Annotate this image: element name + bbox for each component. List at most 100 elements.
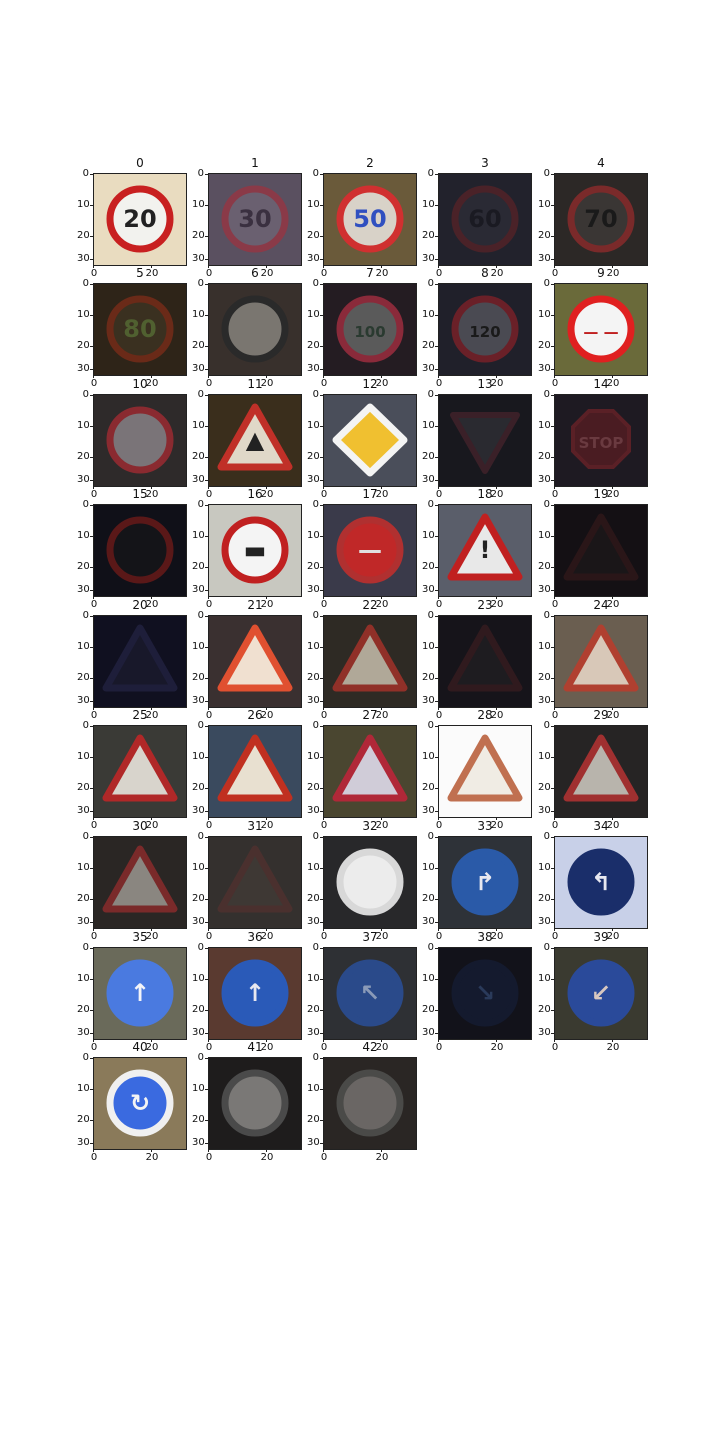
- y-tick-label: 0: [77, 1053, 93, 1063]
- sign-image: ↻: [93, 1057, 187, 1150]
- y-tick-label: 10: [192, 641, 208, 652]
- panel-title: 17: [362, 487, 378, 501]
- sign-shape: [336, 848, 404, 916]
- y-tick-label: 10: [538, 641, 554, 652]
- y-tick-label: 0: [538, 279, 554, 289]
- sign-panel: 22 0 10 20 30 0 20: [307, 598, 417, 721]
- panel-title: 42: [362, 1040, 378, 1054]
- x-tick-label: 0: [84, 1149, 104, 1163]
- sign-image-svg: ↙: [555, 948, 647, 1039]
- sign-panel: 33 ↱ 0 10 20 30 0 20: [422, 819, 532, 942]
- sign-image: [554, 504, 648, 597]
- panel-title: 34: [593, 819, 609, 833]
- sign-symbol: ↑: [130, 979, 150, 1007]
- sign-panel: 27 0 10 20 30 0 20: [307, 708, 417, 831]
- sign-image: —: [323, 504, 417, 597]
- sign-panel: 14 STOP 0 10 20 30 0 20: [538, 377, 648, 500]
- y-tick-label: 20: [422, 782, 438, 793]
- y-tick-label: 30: [77, 474, 93, 485]
- sign-image: 100: [323, 283, 417, 376]
- sign-panel: 42 0 10 20 30 0 20: [307, 1040, 417, 1163]
- y-tick-label: 0: [77, 721, 93, 731]
- panel-title: 23: [477, 598, 493, 612]
- x-tick-label: 20: [603, 1039, 623, 1053]
- y-tick-label: 0: [422, 279, 438, 289]
- sign-image: [208, 836, 302, 929]
- y-tick-label: 30: [422, 363, 438, 374]
- y-tick-label: 10: [192, 420, 208, 431]
- sign-image: [208, 283, 302, 376]
- sign-image-svg: —: [324, 505, 416, 596]
- y-tick-label: 30: [422, 695, 438, 706]
- y-tick-label: 30: [538, 363, 554, 374]
- sign-image-svg: [209, 1058, 301, 1149]
- y-tick-label: 10: [77, 199, 93, 210]
- sign-image-svg: 70: [555, 174, 647, 265]
- y-tick-label: 30: [307, 474, 323, 485]
- y-tick-label: 10: [307, 199, 323, 210]
- panel-title: 24: [593, 598, 609, 612]
- sign-panel: 35 ↑ 0 10 20 30 0 20: [77, 930, 187, 1053]
- sign-image-svg: ↱: [439, 837, 531, 928]
- panel-title: 39: [593, 930, 609, 944]
- sign-image-svg: [555, 726, 647, 817]
- sign-image: [438, 615, 532, 708]
- sign-symbol: 80: [123, 315, 156, 343]
- x-tick-label: 0: [199, 1149, 219, 1163]
- panel-title: 12: [362, 377, 378, 391]
- y-tick-label: 0: [307, 832, 323, 842]
- sign-symbol: 30: [238, 205, 271, 233]
- panel-title: 35: [132, 930, 148, 944]
- sign-image-svg: !: [439, 505, 531, 596]
- sign-image-svg: [439, 726, 531, 817]
- sign-image-svg: [209, 284, 301, 375]
- y-tick-label: 20: [192, 893, 208, 904]
- sign-symbol: !: [480, 536, 491, 564]
- sign-image-svg: [94, 395, 186, 486]
- y-tick-label: 10: [77, 1083, 93, 1094]
- sign-panel: 30 0 10 20 30 0 20: [77, 819, 187, 942]
- y-tick-label: 10: [77, 420, 93, 431]
- y-tick-label: 30: [192, 1027, 208, 1038]
- y-tick-label: 30: [77, 253, 93, 264]
- sign-image-svg: ↻: [94, 1058, 186, 1149]
- sign-symbol: 120: [469, 323, 500, 341]
- sign-image: ↰: [554, 836, 648, 929]
- y-tick-label: 0: [422, 611, 438, 621]
- y-tick-label: 30: [538, 1027, 554, 1038]
- sign-symbol: STOP: [579, 434, 624, 452]
- y-tick-label: 30: [307, 916, 323, 927]
- sign-panel: 23 0 10 20 30 0 20: [422, 598, 532, 721]
- sign-image: [93, 504, 187, 597]
- x-tick-label: 20: [487, 1039, 507, 1053]
- sign-panel: 7 100 0 10 20 30 0 20: [307, 266, 417, 389]
- sign-panel: 21 0 10 20 30 0 20: [192, 598, 302, 721]
- sign-image: ↑: [93, 947, 187, 1040]
- y-tick-label: 0: [307, 279, 323, 289]
- y-tick-label: 30: [77, 695, 93, 706]
- y-tick-label: 20: [77, 672, 93, 683]
- sign-symbol: 20: [123, 205, 156, 233]
- y-tick-label: 0: [538, 611, 554, 621]
- y-tick-label: 20: [422, 893, 438, 904]
- panel-title: 38: [477, 930, 493, 944]
- sign-panel: 32 0 10 20 30 0 20: [307, 819, 417, 942]
- y-tick-label: 10: [538, 309, 554, 320]
- y-tick-label: 0: [192, 611, 208, 621]
- y-tick-label: 30: [77, 805, 93, 816]
- sign-image-svg: ↑: [94, 948, 186, 1039]
- sign-symbol: ▲: [246, 426, 265, 454]
- sign-image-svg: ↑: [209, 948, 301, 1039]
- y-tick-label: 30: [77, 363, 93, 374]
- sign-panel: 8 120 0 10 20 30 0 20: [422, 266, 532, 389]
- y-tick-label: 20: [422, 672, 438, 683]
- y-tick-label: 20: [307, 230, 323, 241]
- sign-shape: [106, 516, 174, 584]
- y-tick-label: 10: [192, 199, 208, 210]
- panel-title: 3: [481, 156, 489, 170]
- panel-title: 41: [247, 1040, 263, 1054]
- x-tick-label: 0: [314, 1149, 334, 1163]
- sign-image-svg: 20: [94, 174, 186, 265]
- sign-image-svg: ▬: [209, 505, 301, 596]
- y-tick-label: 10: [422, 199, 438, 210]
